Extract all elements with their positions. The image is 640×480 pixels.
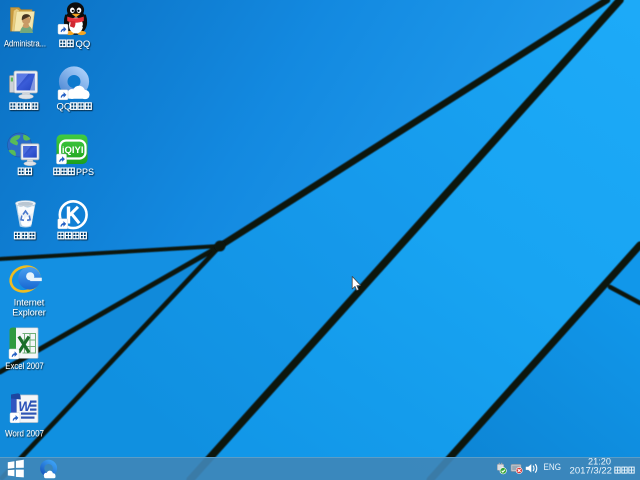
svg-text:2017/3/22: 2017/3/22 (570, 466, 613, 476)
svg-text:QQ: QQ (76, 39, 91, 50)
svg-text:PPS: PPS (76, 167, 94, 177)
svg-text:QQ: QQ (57, 102, 72, 113)
svg-text:Administra...: Administra... (4, 39, 46, 49)
svg-text:Excel 2007: Excel 2007 (5, 361, 44, 371)
svg-text:W: W (18, 399, 32, 414)
svg-text:Word 2007: Word 2007 (5, 429, 44, 439)
svg-text:ENG: ENG (544, 462, 562, 472)
svg-text:Internet: Internet (14, 298, 45, 308)
svg-text:Explorer: Explorer (12, 308, 46, 318)
